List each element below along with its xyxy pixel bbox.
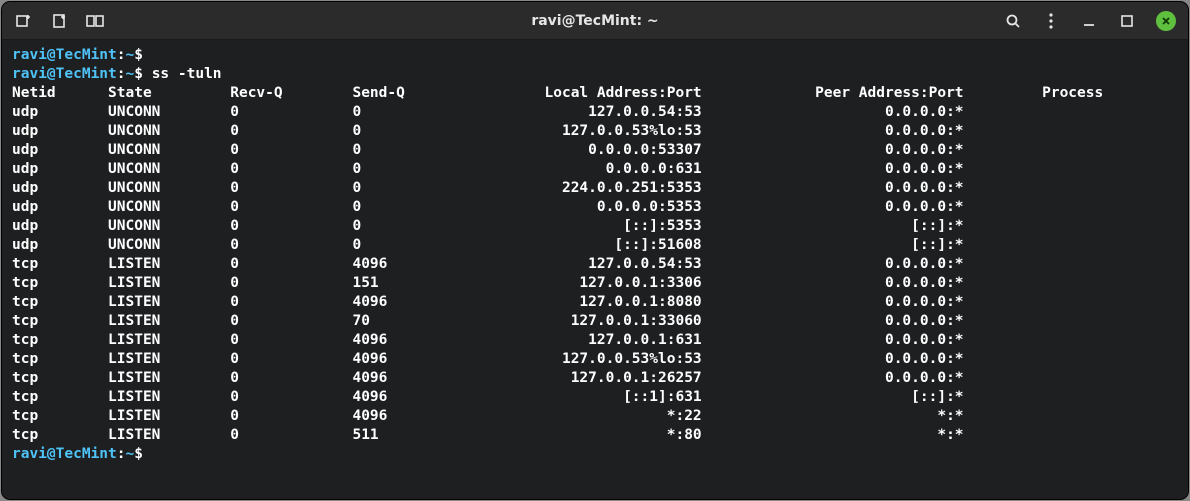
prompt-sigil: $: [134, 66, 143, 82]
table-row: udp UNCONN 0 0 127.0.0.54:53 0.0.0.0:*: [12, 104, 964, 120]
titlebar-left-controls: [10, 12, 1004, 30]
table-row: udp UNCONN 0 0 [::]:51608 [::]:*: [12, 237, 964, 253]
terminal-window: ravi@TecMint: ~: [2, 2, 1188, 499]
command-line: ss -tuln: [152, 66, 222, 82]
table-row: tcp LISTEN 0 4096 127.0.0.53%lo:53 0.0.0…: [12, 351, 964, 367]
prompt-path: ~: [126, 446, 135, 462]
maximize-icon[interactable]: [1118, 12, 1136, 30]
titlebar: ravi@TecMint: ~: [2, 2, 1188, 40]
prompt-user: ravi@TecMint: [12, 66, 117, 82]
menu-icon[interactable]: [1042, 12, 1060, 30]
table-row: tcp LISTEN 0 70 127.0.0.1:33060 0.0.0.0:…: [12, 313, 964, 329]
table-row: tcp LISTEN 0 151 127.0.0.1:3306 0.0.0.0:…: [12, 275, 964, 291]
table-row: tcp LISTEN 0 4096 [::1]:631 [::]:*: [12, 389, 964, 405]
table-row: tcp LISTEN 0 4096 *:22 *:*: [12, 408, 964, 424]
table-row: udp UNCONN 0 0 224.0.0.251:5353 0.0.0.0:…: [12, 180, 964, 196]
split-icon[interactable]: [86, 12, 104, 30]
prompt-path: ~: [126, 47, 135, 63]
table-row: tcp LISTEN 0 4096 127.0.0.54:53 0.0.0.0:…: [12, 256, 964, 272]
table-row: udp UNCONN 0 0 0.0.0.0:53307 0.0.0.0:*: [12, 142, 964, 158]
table-row: tcp LISTEN 0 4096 127.0.0.1:26257 0.0.0.…: [12, 370, 964, 386]
prompt-sep: :: [117, 66, 126, 82]
table-row: udp UNCONN 0 0 0.0.0.0:631 0.0.0.0:*: [12, 161, 964, 177]
table-row: tcp LISTEN 0 4096 127.0.0.1:631 0.0.0.0:…: [12, 332, 964, 348]
search-icon[interactable]: [1004, 12, 1022, 30]
terminal-body[interactable]: ravi@TecMint:~$ ravi@TecMint:~$ ss -tuln…: [2, 40, 1188, 499]
prompt-user: ravi@TecMint: [12, 47, 117, 63]
prompt-user: ravi@TecMint: [12, 446, 117, 462]
close-button[interactable]: [1156, 11, 1176, 31]
prompt-sigil: $: [134, 446, 143, 462]
table-row: udp UNCONN 0 0 127.0.0.53%lo:53 0.0.0.0:…: [12, 123, 964, 139]
table-row: udp UNCONN 0 0 0.0.0.0:5353 0.0.0.0:*: [12, 199, 964, 215]
table-row: tcp LISTEN 0 4096 127.0.0.1:8080 0.0.0.0…: [12, 294, 964, 310]
table-row: tcp LISTEN 0 511 *:80 *:*: [12, 427, 964, 443]
new-tab-icon[interactable]: [14, 12, 32, 30]
prompt-path: ~: [126, 66, 135, 82]
prompt-sep: :: [117, 47, 126, 63]
new-window-icon[interactable]: [50, 12, 68, 30]
titlebar-right-controls: [1004, 11, 1180, 31]
prompt-sep: :: [117, 446, 126, 462]
minimize-icon[interactable]: [1080, 12, 1098, 30]
prompt-sigil: $: [134, 47, 143, 63]
table-header: Netid State Recv-Q Send-Q Local Address:…: [12, 85, 1103, 101]
table-row: udp UNCONN 0 0 [::]:5353 [::]:*: [12, 218, 964, 234]
